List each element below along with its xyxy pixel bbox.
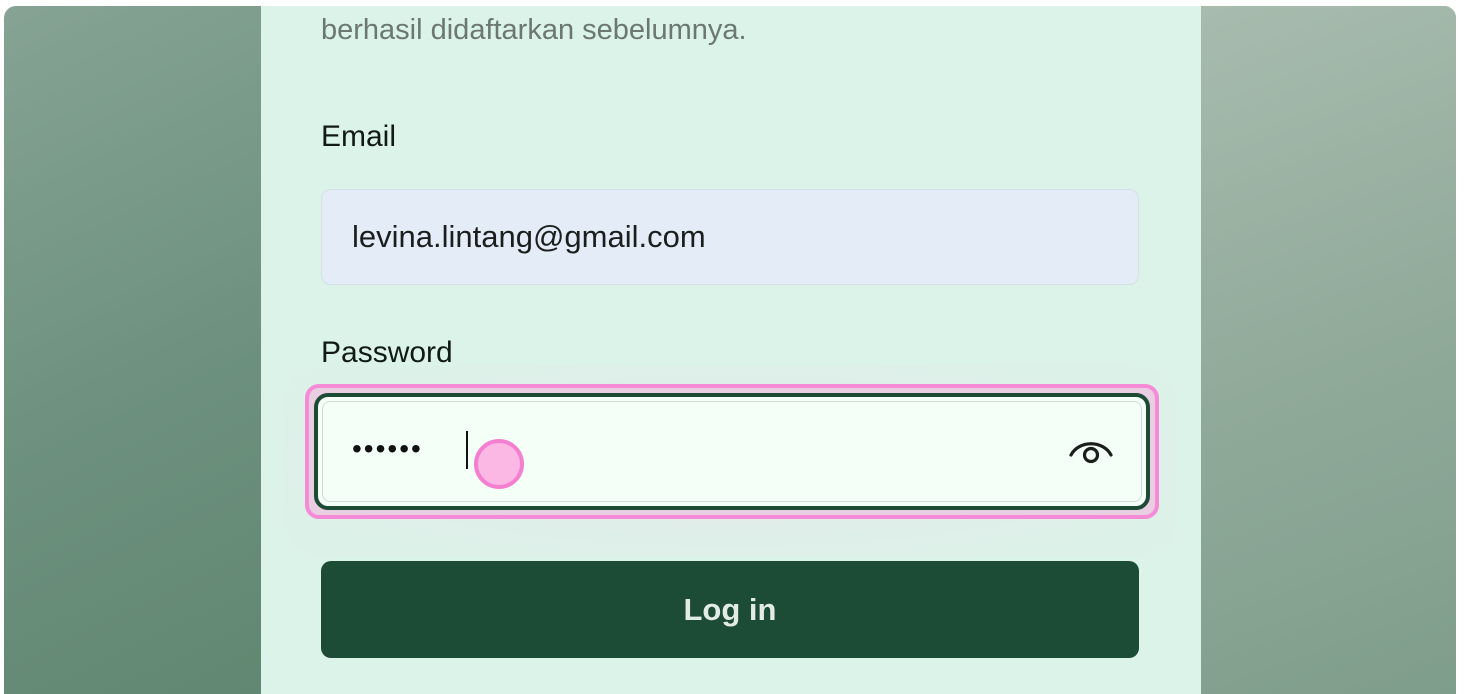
email-field[interactable]: levina.lintang@gmail.com — [321, 189, 1139, 285]
email-value: levina.lintang@gmail.com — [352, 219, 706, 254]
password-inner-border — [322, 401, 1142, 502]
app-window: berhasil didaftarkan sebelumnya. Email l… — [4, 6, 1456, 694]
background-right — [1201, 6, 1456, 694]
email-label: Email — [321, 120, 397, 153]
login-card: berhasil didaftarkan sebelumnya. Email l… — [261, 6, 1201, 694]
password-value: •••••• — [352, 433, 423, 464]
click-indicator — [474, 439, 524, 489]
form-subtitle: berhasil didaftarkan sebelumnya. — [321, 14, 747, 46]
password-field[interactable]: •••••• — [314, 393, 1150, 510]
login-button[interactable]: Log in — [321, 561, 1139, 658]
text-caret — [466, 431, 468, 469]
password-label: Password — [321, 336, 453, 369]
eye-icon — [1069, 442, 1113, 464]
show-password-button[interactable] — [1066, 425, 1116, 475]
